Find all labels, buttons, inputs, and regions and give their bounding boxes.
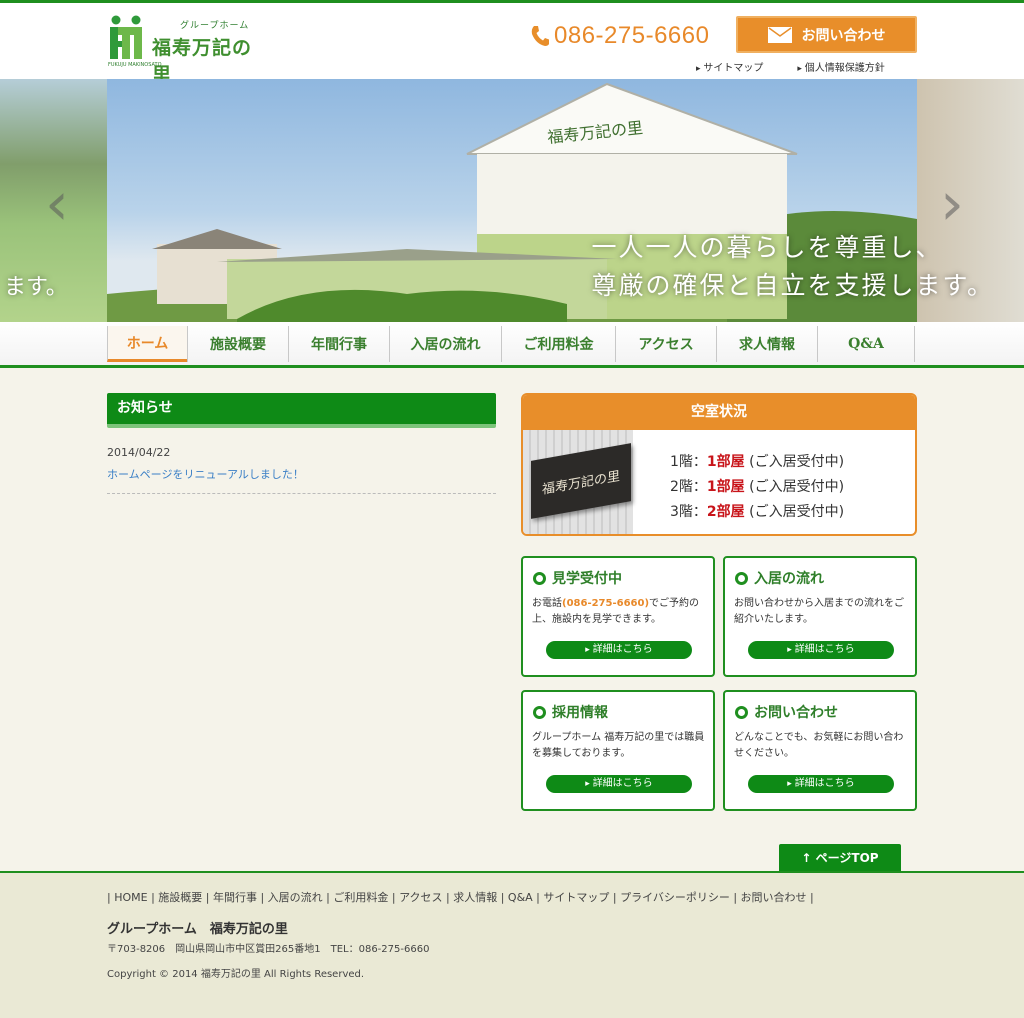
nav-qa[interactable]: Q&A <box>817 326 915 362</box>
room-count: 1部屋 <box>706 454 745 470</box>
circle-bullet-icon <box>735 571 748 585</box>
nav-access[interactable]: アクセス <box>615 326 716 362</box>
card-text-part: お電話 <box>532 598 562 609</box>
mail-icon <box>767 26 792 43</box>
name-plate: 福寿万記の里 <box>531 443 631 519</box>
contact-button-label: お問い合わせ <box>801 27 886 44</box>
card-title-text: お問い合わせ <box>754 705 838 721</box>
nav-admission[interactable]: 入居の流れ <box>389 326 501 362</box>
card-tour: 見学受付中 お電話(086-275-6660)でご予約の上、施設内を見学できます… <box>521 556 715 677</box>
vacancy-list: 1階：1部屋 (ご入居受付中) 2階：1部屋 (ご入居受付中) 3階：2部屋 (… <box>670 450 844 525</box>
phone-number-text: 086-275-6660 <box>554 22 710 49</box>
logo-subtitle: グループホーム <box>180 21 250 31</box>
news-item-link[interactable]: ホームページをリニューアルしました！ <box>107 466 304 482</box>
card-text: お問い合わせから入居までの流れをご紹介いたします。 <box>734 598 904 625</box>
news-divider <box>107 493 496 494</box>
logo-mark-icon <box>110 15 142 59</box>
news-heading: お知らせ <box>107 393 496 428</box>
circle-bullet-icon <box>533 705 546 719</box>
floor-label: 2階： <box>670 479 707 495</box>
card-title-text: 採用情報 <box>552 705 608 721</box>
site-header: グループホーム 福寿万記の里 FUKUJU MAKINOSATO 086-275… <box>0 3 1024 86</box>
card-text: どんなことでも、お気軽にお問い合わせください。 <box>734 732 904 759</box>
nav-events[interactable]: 年間行事 <box>288 326 389 362</box>
phone-icon <box>531 26 549 46</box>
vacancy-row: 3階：2部屋 (ご入居受付中) <box>670 500 844 525</box>
contact-button[interactable]: お問い合わせ <box>736 16 917 53</box>
card-text: お電話(086-275-6660)でご予約の上、施設内を見学できます。 <box>532 596 708 628</box>
vacancy-status: (ご入居受付中) <box>744 454 845 470</box>
card-title: 入居の流れ <box>735 568 824 588</box>
hero-caption-line2: 尊厳の確保と自立を支援します。 <box>591 271 994 300</box>
vacancy-photo: 福寿万記の里 <box>523 430 633 534</box>
circle-bullet-icon <box>533 571 546 585</box>
chevron-right-icon[interactable]: › <box>940 169 964 239</box>
room-count: 2部屋 <box>706 504 745 520</box>
phone-number: 086-275-6660 <box>530 19 709 53</box>
card-detail-button[interactable]: 詳細はこちら <box>748 641 894 659</box>
hero-caption-line1: 一人一人の暮らしを尊重し、 <box>591 233 943 262</box>
vacancy-status: (ご入居受付中) <box>744 479 845 495</box>
vacancy-panel: 空室状況 福寿万記の里 1階：1部屋 (ご入居受付中) 2階：1部屋 (ご入居受… <box>521 393 917 536</box>
site-footer: | HOME | 施設概要 | 年間行事 | 入居の流れ | ご利用料金 | ア… <box>0 871 1024 1018</box>
card-text: グループホーム 福寿万記の里では職員を募集しております。 <box>532 732 705 759</box>
card-detail-button[interactable]: 詳細はこちら <box>546 641 692 659</box>
card-recruit: 採用情報 グループホーム 福寿万記の里では職員を募集しております。 詳細はこちら <box>521 690 715 811</box>
vacancy-status: (ご入居受付中) <box>744 504 845 520</box>
nav-home[interactable]: ホーム <box>107 326 187 362</box>
footer-address: 〒703-8206 岡山県岡山市中区賞田265番地1 TEL：086-275-6… <box>107 944 430 955</box>
site-logo[interactable]: グループホーム 福寿万記の里 FUKUJU MAKINOSATO <box>108 15 268 86</box>
page-top-button[interactable]: ↑ ページTOP <box>779 844 901 872</box>
vacancy-heading: 空室状況 <box>523 395 915 430</box>
card-contact: お問い合わせ どんなことでも、お気軽にお問い合わせください。 詳細はこちら <box>723 690 917 811</box>
floor-label: 3階： <box>670 504 707 520</box>
hero-slider: ます。 福寿万記の里 一人一人の暮らしを尊重し、 尊厳の確保と自立を支援します。… <box>0 79 1024 322</box>
vacancy-row: 1階：1部屋 (ご入居受付中) <box>670 450 844 475</box>
card-title: お問い合わせ <box>735 702 838 722</box>
card-phone-highlight: (086-275-6660) <box>562 598 650 609</box>
hero-caption: 一人一人の暮らしを尊重し、 尊厳の確保と自立を支援します。 <box>591 229 994 305</box>
card-title-text: 見学受付中 <box>552 571 622 587</box>
nav-facility[interactable]: 施設概要 <box>187 326 288 362</box>
card-detail-button[interactable]: 詳細はこちら <box>748 775 894 793</box>
card-title-text: 入居の流れ <box>754 571 824 587</box>
floor-label: 1階： <box>670 454 707 470</box>
hero-prev-caption: ます。 <box>4 275 68 300</box>
circle-bullet-icon <box>735 705 748 719</box>
nav-recruit[interactable]: 求人情報 <box>716 326 817 362</box>
privacy-link[interactable]: 個人情報保護方針 <box>797 59 885 74</box>
card-title: 見学受付中 <box>533 568 622 588</box>
footer-copyright: Copyright © 2014 福寿万記の里 All Rights Reser… <box>107 969 365 980</box>
card-detail-button[interactable]: 詳細はこちら <box>546 775 692 793</box>
news-date: 2014/04/22 <box>107 446 171 459</box>
room-count: 1部屋 <box>706 479 745 495</box>
global-nav: ホーム 施設概要 年間行事 入居の流れ ご利用料金 アクセス 求人情報 Q&A <box>0 322 1024 368</box>
vacancy-row: 2階：1部屋 (ご入居受付中) <box>670 475 844 500</box>
card-title: 採用情報 <box>533 702 608 722</box>
sitemap-link[interactable]: サイトマップ <box>696 59 763 74</box>
nav-fees[interactable]: ご利用料金 <box>501 326 615 362</box>
footer-links[interactable]: | HOME | 施設概要 | 年間行事 | 入居の流れ | ご利用料金 | ア… <box>107 889 814 905</box>
chevron-left-icon[interactable]: ‹ <box>45 169 69 239</box>
logo-english: FUKUJU MAKINOSATO <box>108 62 162 68</box>
card-admission: 入居の流れ お問い合わせから入居までの流れをご紹介いたします。 詳細はこちら <box>723 556 917 677</box>
header-sublinks: サイトマップ 個人情報保護方針 <box>696 59 885 74</box>
footer-site-name: グループホーム 福寿万記の里 <box>107 922 288 937</box>
